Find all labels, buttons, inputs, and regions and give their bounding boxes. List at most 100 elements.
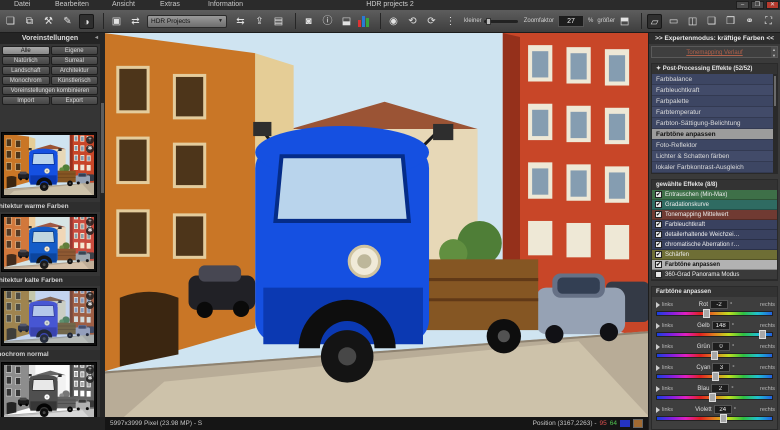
camera-icon[interactable]: ⬓ <box>339 14 354 29</box>
checkbox[interactable]: ✔ <box>655 251 662 258</box>
expand-triangle-icon[interactable] <box>656 365 660 371</box>
image-canvas[interactable] <box>105 33 648 417</box>
zoom-mini-slider[interactable] <box>484 20 518 23</box>
expert-mode-header[interactable]: >> Expertenmodus: kräftige Farben << <box>649 33 780 44</box>
edit-brush-icon[interactable]: ✎ <box>60 14 75 29</box>
selected-effect-row[interactable]: ✔ Gradationskurve <box>652 200 777 210</box>
checkbox[interactable]: ✔ <box>655 211 662 218</box>
selected-effect-row[interactable]: ✔ Tonemapping Mittelwert <box>652 210 777 220</box>
checkbox[interactable]: ✔ <box>655 261 662 268</box>
close-button[interactable]: ✕ <box>766 1 779 9</box>
monitor-split-icon[interactable]: ◫ <box>685 14 700 29</box>
expand-triangle-icon[interactable] <box>656 407 660 413</box>
hue-value-input[interactable] <box>712 342 730 351</box>
slider-handle[interactable] <box>709 393 716 402</box>
project-dropdown[interactable]: HDR Projects ▼ <box>147 15 227 28</box>
expand-triangle-icon[interactable] <box>656 323 660 329</box>
copy-icon[interactable]: ⧉ <box>22 14 37 29</box>
filter-architektur-button[interactable]: Architektur <box>51 66 99 75</box>
gear-icon[interactable]: ✱ <box>86 145 94 153</box>
project-switch-icon[interactable]: ⇄ <box>128 14 143 29</box>
effects-list-scrollbar[interactable] <box>773 74 777 173</box>
selected-effect-row[interactable]: ✔ Entrauschen (Min-Max) <box>652 190 777 200</box>
hue-value-input[interactable] <box>710 300 728 309</box>
slider-handle[interactable] <box>712 372 719 381</box>
selected-effect-row[interactable]: ✔ detailerhaltende Weichzei… <box>652 230 777 240</box>
effect-farbtoene-anpassen[interactable]: Farbtöne anpassen <box>652 129 777 140</box>
page-view-icon[interactable]: ▱ <box>647 14 662 29</box>
hue-value-input[interactable] <box>712 363 730 372</box>
gear-icon[interactable]: ✱ <box>86 227 94 235</box>
export-button[interactable]: Export <box>51 96 99 105</box>
selected-effect-row[interactable]: ✔ Farbtöne anpassen <box>652 260 777 270</box>
expand-triangle-icon[interactable] <box>656 302 660 308</box>
hue-value-input[interactable] <box>711 384 729 393</box>
selected-effect-row[interactable]: 360-Grad Panorama Modus <box>652 270 777 280</box>
redo-icon[interactable]: ⟳ <box>424 14 439 29</box>
zoom-factor-input[interactable] <box>558 15 584 27</box>
save-icon[interactable]: ▣ <box>109 14 124 29</box>
add-favorite-icon[interactable]: + <box>86 218 94 226</box>
hue-value-input[interactable] <box>712 321 730 330</box>
slider-handle[interactable] <box>720 414 727 423</box>
compare-icon[interactable]: ⇆ <box>233 14 248 29</box>
slider-handle[interactable] <box>711 351 718 360</box>
share-icon[interactable]: ⚭ <box>742 14 757 29</box>
checkbox[interactable]: ✔ <box>655 191 662 198</box>
palette-icon[interactable]: ◑ <box>79 14 94 29</box>
info-icon[interactable]: ⓘ <box>320 14 335 29</box>
checkbox[interactable] <box>655 271 662 278</box>
effect-farbleuchtkraft[interactable]: Farbleuchtkraft <box>652 85 777 96</box>
effect-lichter-schatten[interactable]: Lichter & Schatten färben <box>652 151 777 162</box>
effect-farbbalance[interactable]: Farbbalance <box>652 74 777 85</box>
checkbox[interactable]: ✔ <box>655 221 662 228</box>
selected-effect-row[interactable]: ✔ Schärfen <box>652 250 777 260</box>
effect-lokaler-farbkontrast[interactable]: lokaler Farbkontrast-Ausgleich <box>652 162 777 173</box>
histogram-icon[interactable] <box>358 15 369 27</box>
effect-farbtemperatur[interactable]: Farbtemperatur <box>652 107 777 118</box>
effect-farbpalette[interactable]: Farbpalette <box>652 96 777 107</box>
preset-thumbnail-monochrom[interactable]: +✱ <box>1 362 97 420</box>
options-dots-icon[interactable]: ⋮ <box>443 14 458 29</box>
hue-value-input[interactable] <box>714 405 732 414</box>
filter-natuerlich-button[interactable]: Natürlich <box>2 56 50 65</box>
selected-effect-row[interactable]: ✔ chromatische Aberration r… <box>652 240 777 250</box>
preset-thumbnail-warme[interactable]: +✱ <box>1 214 97 272</box>
gear-icon[interactable]: ✱ <box>86 301 94 309</box>
filter-monochrom-button[interactable]: Monochrom <box>2 76 50 85</box>
comment-alt-icon[interactable]: ❒ <box>723 14 738 29</box>
maximize-button[interactable]: ❒ <box>751 1 764 9</box>
eye-icon[interactable]: ◉ <box>386 14 401 29</box>
projector-icon[interactable]: ◙ <box>301 14 316 29</box>
fill-icon[interactable]: ⬒ <box>617 14 632 29</box>
export-icon[interactable]: ⇪ <box>252 14 267 29</box>
import-button[interactable]: Import <box>2 96 50 105</box>
selected-effect-row[interactable]: ✔ Farbleuchtkraft <box>652 220 777 230</box>
slider-handle[interactable] <box>703 309 710 318</box>
add-favorite-icon[interactable]: + <box>86 136 94 144</box>
spinner-icon[interactable]: ▲▼ <box>771 47 777 58</box>
effect-farbton-saettigung[interactable]: Farbton-Sättigung-Belichtung <box>652 118 777 129</box>
preset-thumbnail-kalte[interactable]: +✱ <box>1 288 97 346</box>
expand-triangle-icon[interactable] <box>656 344 660 350</box>
preset-thumbnail-partial[interactable]: +✱ <box>1 132 97 198</box>
slider-handle[interactable] <box>759 330 766 339</box>
checkbox[interactable]: ✔ <box>655 231 662 238</box>
expand-triangle-icon[interactable] <box>656 386 660 392</box>
collapse-panel-icon[interactable]: ◂ <box>95 33 98 44</box>
undo-icon[interactable]: ⟲ <box>405 14 420 29</box>
minimize-button[interactable]: – <box>736 1 749 9</box>
filter-alle-button[interactable]: Alle <box>2 46 50 55</box>
gear-icon[interactable]: ✱ <box>86 375 94 383</box>
add-favorite-icon[interactable]: + <box>86 366 94 374</box>
filter-kuenstlerisch-button[interactable]: Künstlerisch <box>51 76 99 85</box>
new-file-icon[interactable]: ❏ <box>3 14 18 29</box>
combine-presets-button[interactable]: Voreinstellungen kombinieren <box>2 86 98 95</box>
filter-landschaft-button[interactable]: Landschaft <box>2 66 50 75</box>
add-favorite-icon[interactable]: + <box>86 292 94 300</box>
print-icon[interactable]: ▤ <box>271 14 286 29</box>
export-image-icon[interactable]: ⛶ <box>761 14 776 29</box>
monitor-icon[interactable]: ▭ <box>666 14 681 29</box>
checkbox[interactable]: ✔ <box>655 241 662 248</box>
effect-foto-reflektor[interactable]: Foto-Reflektor <box>652 140 777 151</box>
